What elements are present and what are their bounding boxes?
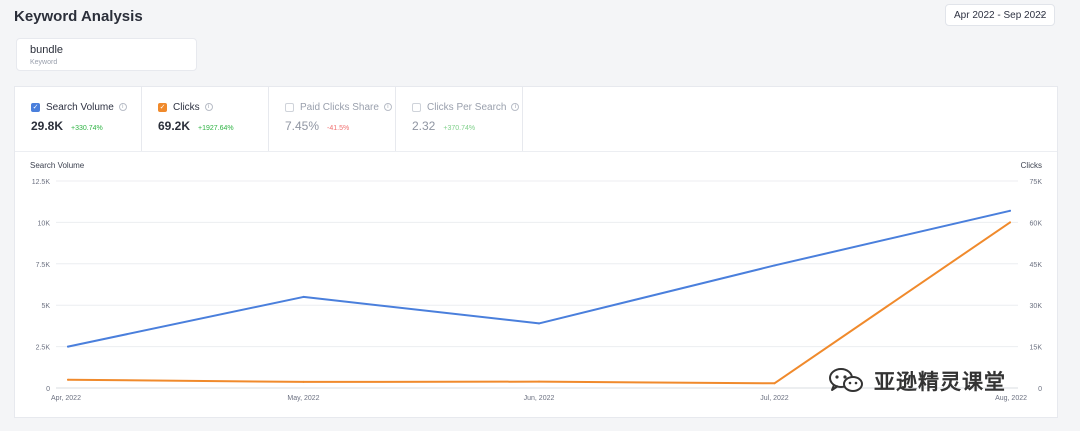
data-point[interactable] <box>538 322 540 325</box>
data-point[interactable] <box>302 380 305 383</box>
wechat-icon <box>829 368 863 392</box>
data-point[interactable] <box>538 380 540 383</box>
data-point[interactable] <box>773 382 776 385</box>
y-axis-left-title: Search Volume <box>30 161 85 170</box>
series-line-search-volume[interactable] <box>67 209 1011 348</box>
data-point[interactable] <box>1009 221 1011 224</box>
data-point[interactable] <box>67 378 69 381</box>
data-point[interactable] <box>67 345 69 348</box>
x-tick-label: Jul, 2022 <box>760 395 789 402</box>
y-axis-right-title: Clicks <box>1021 161 1042 170</box>
x-tick-label: Aug, 2022 <box>995 395 1027 402</box>
y-left-tick-label: 2.5K <box>36 345 51 352</box>
watermark-text: 亚逊精灵课堂 <box>874 371 1006 394</box>
y-left-tick-label: 10K <box>38 220 51 227</box>
y-left-tick-label: 7.5K <box>36 262 51 269</box>
y-right-tick-label: 15K <box>1030 345 1043 352</box>
y-left-tick-label: 12.5K <box>32 179 51 186</box>
y-right-tick-label: 0 <box>1038 386 1042 393</box>
y-right-tick-label: 30K <box>1030 303 1043 310</box>
watermark: 亚逊精灵课堂 <box>826 366 1006 396</box>
y-left-tick-label: 5K <box>41 303 50 310</box>
y-right-tick-label: 60K <box>1030 220 1043 227</box>
x-tick-label: Jun, 2022 <box>524 395 555 402</box>
data-point[interactable] <box>1009 209 1011 212</box>
data-point[interactable] <box>302 295 305 298</box>
data-point[interactable] <box>773 264 776 267</box>
y-right-tick-label: 75K <box>1030 179 1043 186</box>
x-tick-label: May, 2022 <box>287 395 319 402</box>
y-left-tick-label: 0 <box>46 386 50 393</box>
series-line-clicks[interactable] <box>67 221 1011 385</box>
x-tick-label: Apr, 2022 <box>51 395 81 402</box>
y-right-tick-label: 45K <box>1030 262 1043 269</box>
